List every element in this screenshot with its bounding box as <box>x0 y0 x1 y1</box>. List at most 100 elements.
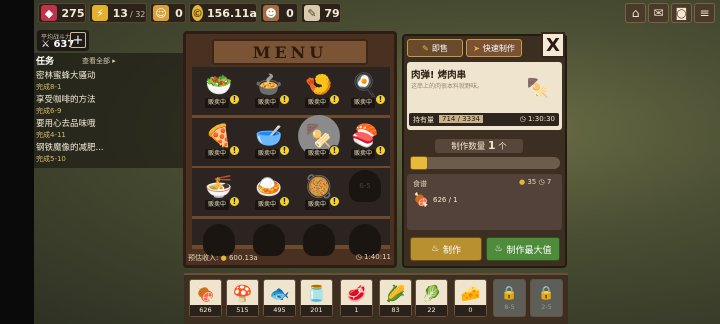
coin-icon: ● <box>220 254 227 262</box>
coin-value: 156.11a <box>207 6 257 20</box>
income-value: 600.13a <box>228 254 258 262</box>
stock-timer: ◷ 1:30:30 <box>519 115 555 123</box>
ingredient-slot[interactable]: 🫙 201 <box>300 279 333 317</box>
corn-icon: 🌽 <box>385 283 406 303</box>
make-button[interactable]: ♨ 制作 <box>410 237 482 261</box>
slider-handle[interactable] <box>410 156 428 170</box>
quest-item[interactable]: 享受咖啡的方法 完成6-9 <box>36 93 176 116</box>
staff-counter[interactable]: ☺ 0 <box>150 3 186 23</box>
gem-value: 275 <box>61 6 85 20</box>
ticket-counter[interactable]: ✎ 79 <box>301 3 341 23</box>
recipe-box: 食谱 ● 35 ◷ 7 🍖 626 / 1 <box>407 174 562 230</box>
clock-icon: ◷ <box>355 253 362 261</box>
warning-icon: ! <box>329 145 340 156</box>
mail-button[interactable]: ✉ <box>648 3 669 23</box>
quest-title: 任务 <box>36 57 55 67</box>
quest-item[interactable]: 钢铁魔像的减肥... 完成5-10 <box>36 141 176 164</box>
mushroom-icon: 🍄 <box>232 283 253 303</box>
ingredient-slot[interactable]: 🥩 1 <box>340 279 373 317</box>
stock-bar: 持有量 714 / 3334 ◷ 1:30:30 <box>409 113 559 126</box>
close-button[interactable]: X <box>541 32 565 58</box>
sale-tag: 贩卖中 <box>305 149 330 159</box>
chef-counter[interactable]: ☻ 0 <box>260 3 298 23</box>
view-all-quests-link[interactable]: 查看全部 ▸ <box>82 56 116 66</box>
tag-icon: ✎ <box>422 43 429 53</box>
soup-icon: 🥣 <box>255 123 283 149</box>
locked-slot[interactable]: 6-5 <box>349 170 381 202</box>
quest-name: 要用心去品味哦 <box>36 119 96 129</box>
waiter-icon: ☺ <box>153 5 169 21</box>
menu-button[interactable]: ≡ <box>694 3 715 23</box>
stock-value: 714 / 3334 <box>439 115 483 123</box>
ingredient-slot[interactable]: 🌽 83 <box>379 279 412 317</box>
ingredient-slot[interactable]: 🥬 22 <box>415 279 448 317</box>
quest-name: 密林蜜蜂大骚动 <box>36 71 96 81</box>
locked-slot[interactable] <box>349 224 381 256</box>
warning-icon: ! <box>229 94 240 105</box>
skewer-icon: 🍢 <box>305 123 333 149</box>
cook-qty-value: 1 <box>487 139 496 152</box>
quantity-slider[interactable] <box>410 157 560 169</box>
energy-max: 32 <box>135 9 146 19</box>
chef-value: 0 <box>286 6 294 20</box>
add-power-button[interactable]: + <box>70 32 86 48</box>
sale-tag: 贩卖中 <box>205 98 230 108</box>
ticket-icon: ✎ <box>304 5 320 21</box>
platter-icon: 🥘 <box>305 174 333 200</box>
quest-item[interactable]: 要用心去品味哦 完成4-11 <box>36 117 176 140</box>
ingredient-slot[interactable]: 🧀 0 <box>454 279 487 317</box>
ingredient-count: 0 <box>455 305 486 316</box>
warning-icon: ! <box>279 196 290 207</box>
cheese-icon: 🧀 <box>460 283 481 303</box>
tab-quick-make[interactable]: ➤ 快速制作 <box>466 39 522 57</box>
camera-button[interactable]: ◙ <box>671 3 692 23</box>
sale-tag: 贩卖中 <box>255 200 280 210</box>
quest-panel: 任务 查看全部 ▸ 密林蜜蜂大骚动 完成8-1 享受咖啡的方法 完成6-9 要用… <box>34 53 184 168</box>
ingredient-slot[interactable]: 🍄 515 <box>226 279 259 317</box>
warning-icon: ! <box>375 145 386 156</box>
sale-tag: 贩卖中 <box>305 98 330 108</box>
menu-timer: 1:40:11 <box>364 253 391 261</box>
home-button[interactable]: ⌂ <box>625 3 646 23</box>
locked-slot[interactable] <box>303 224 335 256</box>
energy-counter[interactable]: ⚡ 13/ 32 <box>89 3 147 23</box>
fried-food-icon: 🍤 <box>305 72 333 98</box>
make-max-button[interactable]: ♨ 制作最大值 <box>486 237 560 261</box>
ingredient-count: 495 <box>264 305 295 316</box>
income-label: 预估收入: <box>188 254 219 262</box>
omelette-icon: 🍳 <box>351 72 379 98</box>
warning-icon: ! <box>329 196 340 207</box>
stew-icon: 🍲 <box>255 72 283 98</box>
close-icon: X <box>546 34 560 56</box>
tab-sell[interactable]: ✎ 即售 <box>407 39 463 57</box>
fish-icon: 🐟 <box>269 283 290 303</box>
pot-icon: ♨ <box>494 244 503 254</box>
ticket-value: 79 <box>324 6 340 20</box>
coin-icon: © <box>192 5 203 21</box>
coin-counter[interactable]: © 156.11a <box>189 3 257 23</box>
salad-icon: 🥗 <box>205 72 233 98</box>
ingredient-slot[interactable]: 🍖 626 <box>189 279 222 317</box>
ingredient-count: 22 <box>416 305 447 316</box>
gem-counter[interactable]: ◆ 275 <box>38 3 86 23</box>
noodles-icon: 🍜 <box>205 174 233 200</box>
skewer-icon: 🍢 <box>526 78 550 99</box>
clock-icon: ● <box>519 178 526 186</box>
unlock-stage: 8-5 <box>504 303 515 311</box>
ingredient-slot[interactable]: 🐟 495 <box>263 279 296 317</box>
screen-edge <box>0 0 34 324</box>
warning-icon: ! <box>329 94 340 105</box>
quest-item[interactable]: 密林蜜蜂大骚动 完成8-1 <box>36 69 176 92</box>
locked-slot[interactable] <box>203 224 235 256</box>
staff-value: 0 <box>175 6 183 20</box>
ingredient-slot-locked[interactable]: 🔒 2-5 <box>530 279 563 317</box>
cook-quantity: 制作数量 1 个 <box>435 139 523 153</box>
lock-label: 6-5 <box>359 182 371 190</box>
vegetable-icon: 🥬 <box>421 283 442 303</box>
locked-slot[interactable] <box>253 224 285 256</box>
ingredient-slot-locked[interactable]: 🔒 8-5 <box>493 279 526 317</box>
quick-icon: ➤ <box>473 43 480 53</box>
quest-status: 完成6-9 <box>36 107 62 115</box>
lightning-icon: ⚡ <box>92 5 108 21</box>
ingredient-count: 515 <box>227 305 258 316</box>
